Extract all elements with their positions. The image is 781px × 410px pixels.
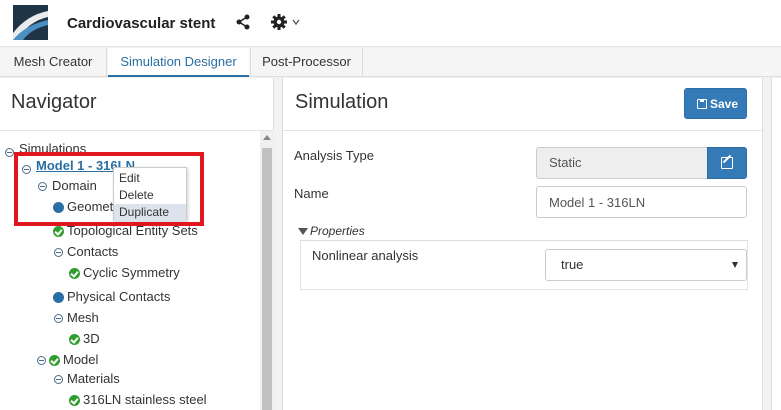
collapse-icon[interactable]: [54, 375, 63, 384]
share-icon[interactable]: [235, 14, 251, 30]
module-tabs: Mesh Creator Simulation Designer Post-Pr…: [0, 48, 781, 77]
chevron-down-icon[interactable]: [291, 17, 301, 27]
tree-node-3d[interactable]: 3D: [83, 330, 100, 348]
save-button[interactable]: Save: [684, 88, 747, 119]
tree-node-mesh[interactable]: Mesh: [67, 309, 99, 327]
app-logo[interactable]: [13, 5, 48, 40]
check-icon: [69, 268, 80, 279]
app-title: Cardiovascular stent: [67, 15, 216, 32]
name-input[interactable]: [536, 186, 747, 218]
navigator-title: Navigator: [11, 91, 97, 113]
tab-mesh-creator[interactable]: Mesh Creator: [0, 48, 107, 77]
edit-icon: [721, 157, 733, 169]
gear-icon[interactable]: [270, 13, 288, 31]
divider: [0, 130, 274, 131]
check-icon: [53, 226, 64, 237]
tree-node-contacts[interactable]: Contacts: [67, 243, 118, 261]
collapse-icon[interactable]: [5, 148, 14, 157]
tree-node-cyclic-symmetry[interactable]: Cyclic Symmetry: [83, 264, 180, 282]
analysis-type-field: Static: [536, 147, 708, 179]
annotation-highlight-box: [14, 152, 204, 226]
simulation-title: Simulation: [295, 91, 389, 113]
navigator-scrollbar[interactable]: [260, 131, 274, 410]
top-bar: Cardiovascular stent: [0, 0, 781, 47]
tree-node-materials[interactable]: Materials: [67, 370, 120, 388]
save-label: Save: [710, 97, 739, 111]
dropdown-arrow-icon: [732, 262, 738, 268]
scroll-up-icon[interactable]: [263, 135, 271, 140]
check-icon: [69, 334, 80, 345]
tab-simulation-designer[interactable]: Simulation Designer: [108, 48, 249, 77]
properties-label[interactable]: Properties: [310, 224, 365, 238]
tree-node-316ln-stainless-steel[interactable]: 316LN stainless steel: [83, 391, 207, 409]
nonlinear-analysis-label: Nonlinear analysis: [312, 248, 419, 263]
name-label: Name: [294, 186, 329, 201]
adjacent-panel-edge: [771, 78, 781, 410]
collapse-icon[interactable]: [54, 248, 63, 257]
nonlinear-analysis-select[interactable]: true: [545, 249, 747, 281]
collapse-icon[interactable]: [37, 356, 46, 365]
nonlinear-analysis-value: true: [561, 257, 584, 272]
collapse-icon[interactable]: [54, 314, 63, 323]
tree-node-model[interactable]: Model: [63, 351, 98, 369]
check-icon: [69, 395, 80, 406]
tree-node-physical-contacts[interactable]: Physical Contacts: [67, 288, 170, 306]
tab-post-processor[interactable]: Post-Processor: [250, 48, 363, 77]
analysis-type-label: Analysis Type: [294, 148, 374, 163]
edit-analysis-type-button[interactable]: [707, 147, 747, 179]
caret-down-icon[interactable]: [298, 228, 308, 235]
save-icon: [697, 99, 707, 109]
status-dot-icon: [53, 292, 64, 303]
divider: [283, 130, 764, 131]
simulation-panel: Simulation Save Analysis Type Static Nam…: [282, 78, 764, 410]
properties-section: Nonlinear analysis true: [300, 240, 748, 290]
check-icon: [49, 355, 60, 366]
scroll-thumb[interactable]: [262, 148, 272, 410]
